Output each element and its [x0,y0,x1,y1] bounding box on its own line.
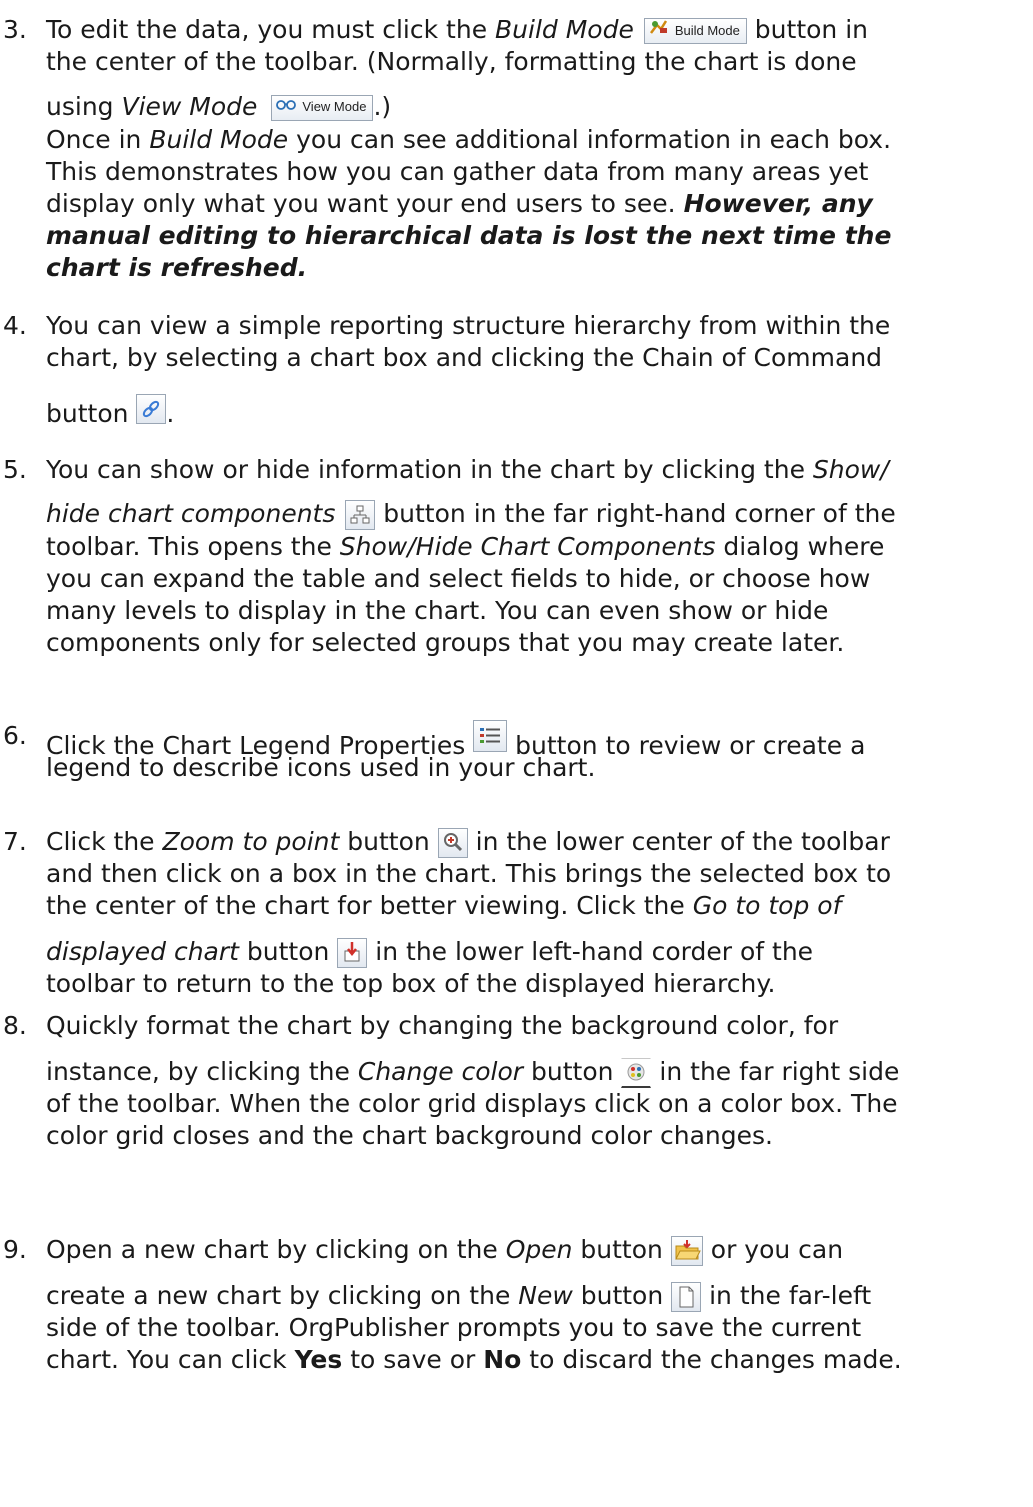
step-text-line: color grid closes and the chart backgrou… [46,1121,773,1150]
no-keyword: No [483,1345,522,1374]
step-text-line: instance, by clicking the Change color b… [46,1057,900,1088]
step-text-line: you can expand the table and select fiel… [46,564,871,593]
step-text-line: legend to describe icons used in your ch… [46,753,596,782]
step-text-line: components only for selected groups that… [46,628,845,657]
step-text-line: toolbar to return to the top box of the … [46,969,776,998]
step-text-line: the center of the chart for better viewi… [46,891,842,920]
step-text-line: chart, by selecting a chart box and clic… [46,343,883,372]
step-text-line: toolbar. This opens the Show/Hide Chart … [46,532,885,561]
go-to-top-icon[interactable] [337,938,368,968]
step-text-line: many levels to display in the chart. You… [46,596,829,625]
new-document-icon[interactable] [671,1282,702,1312]
step-number: 5. [3,455,27,484]
open-folder-icon[interactable] [670,1236,703,1266]
step-text-line: Click the Zoom to point button in the lo… [46,827,890,858]
step-text-line: Quickly format the chart by changing the… [46,1011,839,1040]
step-number: 8. [3,1011,27,1040]
build-mode-icon [649,19,669,42]
step-text-line: You can show or hide information in the … [46,455,889,484]
step-text-line: the center of the toolbar. (Normally, fo… [46,47,857,76]
step-text-line: button . [46,394,174,430]
warning-text: manual editing to hierarchical data is l… [46,221,892,250]
step-text-line: of the toolbar. When the color grid disp… [46,1089,898,1118]
step-number: 3. [3,15,27,44]
show-hide-components-icon[interactable] [345,500,376,530]
step-text-line: Once in Build Mode you can see additiona… [46,125,892,154]
step-text-line: create a new chart by clicking on the Ne… [46,1281,872,1312]
step-text-line: displayed chart button in the lower left… [46,937,814,968]
chart-legend-properties-icon[interactable] [473,720,508,752]
build-mode-button[interactable]: Build Mode [643,18,747,44]
view-mode-button[interactable]: View Mode [271,95,374,121]
step-text-line: using View Mode View Mode.) [46,92,392,121]
zoom-to-point-icon[interactable] [437,828,468,858]
step-text-line: side of the toolbar. OrgPublisher prompt… [46,1313,862,1342]
step-text-line: and then click on a box in the chart. Th… [46,859,892,888]
step-number: 4. [3,311,27,340]
step-text-line: You can view a simple reporting structur… [46,311,891,340]
step-text-line: hide chart components button in the far … [46,499,896,530]
chain-of-command-icon[interactable] [136,394,167,424]
step-text-line: display only what you want your end user… [46,189,873,218]
step-number: 6. [3,721,27,750]
step-text-line: This demonstrates how you can gather dat… [46,157,869,186]
step-text-line: Open a new chart by clicking on the Open… [46,1235,844,1266]
change-color-icon[interactable] [621,1058,652,1088]
warning-text: chart is refreshed. [46,253,308,282]
step-number: 7. [3,827,27,856]
step-text-line: chart. You can click Yes to save or No t… [46,1345,902,1374]
step-number: 9. [3,1235,27,1264]
glasses-icon [276,96,297,118]
yes-keyword: Yes [294,1345,343,1374]
step-text-line: To edit the data, you must click the Bui… [46,15,869,44]
